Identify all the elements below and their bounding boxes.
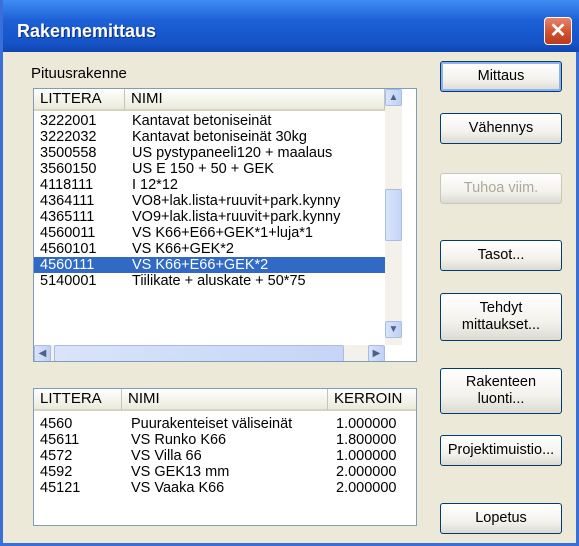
list-item[interactable]: 4572 VS Villa 66 1.000000 — [34, 448, 416, 464]
list-item[interactable]: 3500558 US pystypaneeli120 + maalaus — [34, 145, 385, 161]
arrow-right-icon: ▶ — [372, 348, 381, 359]
column-header-littera[interactable]: LITTERA — [34, 389, 122, 411]
window-title: Rakennemittaus — [17, 21, 157, 41]
row-name: VS K66+E66+GEK*2 — [132, 257, 269, 273]
scroll-thumb[interactable] — [54, 345, 344, 361]
list-item[interactable]: 4560011 VS K66+E66+GEK*1+luja*1 — [34, 225, 385, 241]
row-code: 3222001 — [40, 113, 97, 129]
row-name: VS Vaaka K66 — [131, 480, 225, 496]
row-code: 3222032 — [40, 129, 97, 145]
list-item[interactable]: 5140001 Tiilikate + aluskate + 50*75 — [34, 273, 385, 286]
horizontal-scrollbar[interactable]: ◀ ▶ — [34, 345, 385, 361]
row-name: Puurakenteiset väliseinät — [131, 416, 293, 432]
list-item[interactable]: 3222032 Kantavat betoniseinät 30kg — [34, 129, 385, 145]
projektimuistio-button[interactable]: Projektimuistio... — [440, 435, 562, 466]
row-name: VO9+lak.lista+ruuvit+park.kynny — [132, 209, 341, 225]
row-name: VS Runko K66 — [131, 432, 227, 448]
arrow-left-icon: ◀ — [38, 348, 47, 359]
row-factor: 2.000000 — [336, 464, 397, 480]
row-factor: 1.000000 — [336, 416, 397, 432]
component-list[interactable]: LITTERA NIMI KERROIN 4560 Puurakenteiset… — [33, 388, 417, 526]
row-code: 4560 — [40, 416, 73, 432]
scroll-right-button[interactable]: ▶ — [368, 345, 385, 361]
list-item[interactable]: 4365111 VO9+lak.lista+ruuvit+park.kynny — [34, 209, 385, 225]
tasot-button[interactable]: Tasot... — [440, 240, 562, 271]
button-label-line1: Tehdyt — [479, 300, 523, 316]
list-item[interactable]: 45611 VS Runko K66 1.800000 — [34, 432, 416, 448]
row-code: 4560111 — [40, 257, 95, 273]
list-item[interactable]: 4560101 VS K66+GEK*2 — [34, 241, 385, 257]
row-factor: 1.000000 — [336, 448, 397, 464]
column-header-kerroin[interactable]: KERROIN — [328, 389, 416, 411]
arrow-down-icon: ▼ — [388, 324, 399, 335]
row-code: 3560150 — [40, 161, 97, 177]
row-code: 45611 — [40, 432, 80, 448]
row-code: 5140001 — [40, 273, 97, 286]
row-name: US E 150 + 50 + GEK — [132, 161, 274, 177]
close-icon: ✕ — [549, 20, 567, 42]
row-code: 45121 — [40, 480, 81, 496]
vahennys-button[interactable]: Vähennys — [440, 113, 562, 144]
row-code: 4560101 — [40, 241, 97, 257]
structure-list[interactable]: LITTERA NIMI 3222001 Kantavat betonisein… — [33, 88, 417, 362]
row-name: VO8+lak.lista+ruuvit+park.kynny — [132, 193, 341, 209]
button-label-line2: luonti... — [477, 391, 525, 407]
row-code: 3500558 — [40, 145, 97, 161]
button-label-line1: Rakenteen — [465, 374, 537, 390]
row-name: VS Villa 66 — [131, 448, 202, 464]
list-item[interactable]: 4364111 VO8+lak.lista+ruuvit+park.kynny — [34, 193, 385, 209]
close-button[interactable]: ✕ — [544, 17, 572, 45]
row-code: 4365111 — [40, 209, 95, 225]
dialog-window: Rakennemittaus ✕ Pituusrakenne LITTERA N… — [0, 0, 579, 546]
row-name: Kantavat betoniseinät 30kg — [132, 129, 307, 145]
row-name: VS GEK13 mm — [131, 464, 230, 480]
list-item[interactable]: 4560 Puurakenteiset väliseinät 1.000000 — [34, 416, 416, 432]
row-name: Tiilikate + aluskate + 50*75 — [132, 273, 306, 286]
button-label-line2: mittaukset... — [461, 317, 541, 333]
row-name: I 12*12 — [132, 177, 178, 193]
row-name: VS K66+GEK*2 — [132, 241, 234, 257]
arrow-up-icon: ▲ — [388, 92, 399, 103]
scroll-down-button[interactable]: ▼ — [385, 321, 402, 338]
mittaus-button[interactable]: Mittaus — [440, 61, 562, 92]
column-header-nimi[interactable]: NIMI — [125, 89, 385, 111]
row-code: 4118111 — [40, 177, 94, 193]
row-code: 4592 — [40, 464, 73, 480]
list-item[interactable]: 4592 VS GEK13 mm 2.000000 — [34, 464, 416, 480]
list-item[interactable]: 45121 VS Vaaka K66 2.000000 — [34, 480, 416, 496]
scroll-left-button[interactable]: ◀ — [34, 345, 51, 361]
list-item[interactable]: 3560150 US E 150 + 50 + GEK — [34, 161, 385, 177]
scroll-thumb[interactable] — [385, 189, 402, 241]
list-item-selected[interactable]: 4560111 VS K66+E66+GEK*2 — [34, 257, 385, 273]
row-code: 4572 — [40, 448, 73, 464]
tehdyt-mittaukset-button[interactable]: Tehdyt mittaukset... — [440, 293, 562, 341]
tuhoa-viim-button[interactable]: Tuhoa viim. — [440, 173, 562, 204]
row-factor: 2.000000 — [336, 480, 397, 496]
column-header-nimi[interactable]: NIMI — [122, 389, 328, 411]
title-bar[interactable]: Rakennemittaus ✕ — [3, 0, 579, 52]
scroll-up-button[interactable]: ▲ — [385, 89, 402, 106]
column-header-littera[interactable]: LITTERA — [34, 89, 125, 111]
row-code: 4364111 — [40, 193, 95, 209]
lopetus-button[interactable]: Lopetus — [440, 503, 562, 534]
row-name: VS K66+E66+GEK*1+luja*1 — [132, 225, 313, 241]
row-name: Kantavat betoniseinät — [132, 113, 272, 129]
row-code: 4560011 — [40, 225, 96, 241]
section-label: Pituusrakenne — [31, 65, 127, 82]
list-item[interactable]: 4118111 I 12*12 — [34, 177, 385, 193]
list-item[interactable]: 3222001 Kantavat betoniseinät — [34, 113, 385, 129]
row-name: US pystypaneeli120 + maalaus — [132, 145, 333, 161]
vertical-scrollbar[interactable]: ▲ ▼ — [385, 89, 402, 345]
rakenteen-luonti-button[interactable]: Rakenteen luonti... — [440, 368, 562, 414]
row-factor: 1.800000 — [336, 432, 397, 448]
